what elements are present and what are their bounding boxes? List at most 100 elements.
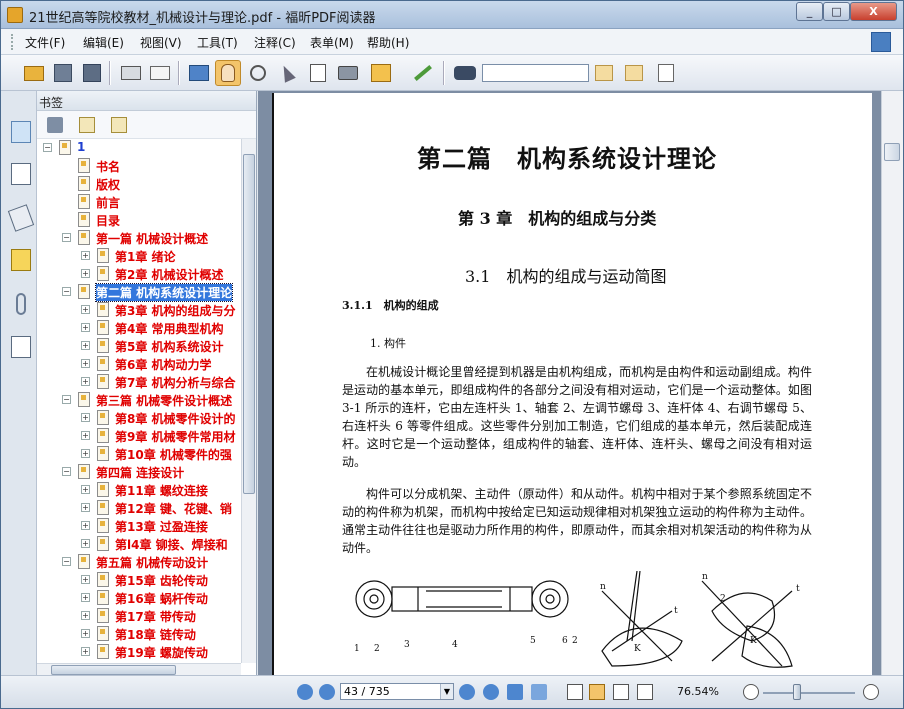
collapse-icon[interactable]: −: [43, 143, 52, 152]
sign-icon[interactable]: [410, 60, 436, 86]
expand-icon[interactable]: +: [81, 305, 90, 314]
expand-icon[interactable]: +: [81, 593, 90, 602]
pages-panel-icon[interactable]: [11, 163, 31, 185]
menu-edit[interactable]: 编辑(E): [83, 34, 124, 51]
bookmark-doc-icon: [97, 374, 109, 389]
bookmark-hscroll-thumb[interactable]: [51, 665, 176, 675]
fig-label: t: [796, 584, 800, 594]
forward-icon[interactable]: [531, 684, 547, 700]
last-page-icon[interactable]: [483, 684, 499, 700]
close-button[interactable]: X: [850, 2, 897, 21]
continuous-page-icon[interactable]: [589, 684, 605, 700]
expand-icon[interactable]: +: [81, 521, 90, 530]
zoom-out-icon[interactable]: [743, 684, 759, 700]
collapse-icon[interactable]: −: [62, 557, 71, 566]
single-page-icon[interactable]: [567, 684, 583, 700]
menu-forms[interactable]: 表单(M): [310, 34, 354, 51]
save-as-icon[interactable]: [79, 60, 105, 86]
toolbar: [1, 55, 903, 91]
select-icon[interactable]: [274, 60, 300, 86]
expand-icon[interactable]: +: [81, 485, 90, 494]
document-vscroll-thumb[interactable]: [884, 143, 900, 161]
bookmark-horizontal-scrollbar[interactable]: [37, 663, 241, 675]
rms-icon[interactable]: [368, 60, 394, 86]
zoom-slider-thumb[interactable]: [793, 684, 801, 700]
expand-icon[interactable]: +: [81, 431, 90, 440]
expand-icon[interactable]: +: [81, 503, 90, 512]
bookmark-doc-icon: [78, 284, 90, 299]
open-icon[interactable]: [21, 60, 47, 86]
expand-icon[interactable]: +: [81, 413, 90, 422]
bookmark-doc-icon: [97, 626, 109, 641]
menu-file[interactable]: 文件(F): [25, 34, 65, 51]
save-icon[interactable]: [50, 60, 76, 86]
snapshot-icon[interactable]: [335, 60, 361, 86]
expand-icon[interactable]: +: [81, 341, 90, 350]
collapse-icon[interactable]: −: [62, 467, 71, 476]
document-vertical-scrollbar[interactable]: [881, 91, 903, 675]
expand-icon[interactable]: +: [81, 269, 90, 278]
bookmark-doc-icon: [97, 428, 109, 443]
bookmark-label: 第17章 带传动: [115, 610, 196, 624]
screen-icon[interactable]: [186, 60, 212, 86]
bookmark-vscroll-thumb[interactable]: [243, 154, 255, 494]
bookmark-label: 第一篇 机械设计概述: [96, 232, 209, 246]
facing-page-icon[interactable]: [613, 684, 629, 700]
collapse-icon[interactable]: −: [62, 395, 71, 404]
collapse-icon[interactable]: −: [62, 233, 71, 242]
delete-bookmark-icon[interactable]: [47, 117, 63, 133]
chevron-down-icon[interactable]: ▼: [440, 684, 453, 699]
continuous-facing-icon[interactable]: [637, 684, 653, 700]
resize-corner-icon[interactable]: [871, 32, 891, 52]
menu-tools[interactable]: 工具(T): [197, 34, 238, 51]
expand-icon[interactable]: +: [81, 611, 90, 620]
collapse-icon[interactable]: −: [62, 287, 71, 296]
add-bookmark-icon[interactable]: [79, 117, 95, 133]
email-icon[interactable]: [147, 60, 173, 86]
bookmark-doc-icon: [97, 248, 109, 263]
zoom-icon[interactable]: [245, 60, 271, 86]
back-icon[interactable]: [507, 684, 523, 700]
fig-label: 1: [354, 644, 360, 654]
zoom-slider[interactable]: [763, 692, 855, 694]
expand-icon[interactable]: +: [81, 377, 90, 386]
signatures-panel-icon[interactable]: [11, 336, 31, 358]
find-prev-icon[interactable]: [591, 60, 617, 86]
expand-icon[interactable]: +: [81, 647, 90, 656]
maximize-button[interactable]: □: [823, 2, 850, 21]
expand-icon[interactable]: +: [81, 251, 90, 260]
print-icon[interactable]: [118, 60, 144, 86]
expand-icon[interactable]: +: [81, 449, 90, 458]
text-select-icon[interactable]: [305, 60, 331, 86]
binoculars-icon[interactable]: [452, 60, 478, 86]
expand-icon[interactable]: +: [81, 323, 90, 332]
expand-icon[interactable]: +: [81, 359, 90, 368]
menu-comments[interactable]: 注释(C): [254, 34, 296, 51]
expand-icon[interactable]: +: [81, 629, 90, 638]
prev-page-icon[interactable]: [319, 684, 335, 700]
page-number-field[interactable]: 43 / 735 ▼: [340, 683, 454, 700]
find-next-icon[interactable]: [621, 60, 647, 86]
minimize-button[interactable]: _: [796, 2, 823, 21]
first-page-icon[interactable]: [297, 684, 313, 700]
search-input[interactable]: [482, 64, 589, 82]
document-area[interactable]: 第二篇 机构系统设计理论 第 3 章 机构的组成与分类 3.1 机构的组成与运动…: [258, 91, 881, 675]
expand-icon[interactable]: +: [81, 539, 90, 548]
menu-help[interactable]: 帮助(H): [367, 34, 409, 51]
bookmark-label: 前言: [96, 196, 121, 210]
layers-panel-icon[interactable]: [7, 204, 35, 232]
zoom-in-icon[interactable]: [863, 684, 879, 700]
attachments-panel-icon[interactable]: [16, 293, 26, 315]
comments-panel-icon[interactable]: [11, 249, 31, 271]
add-child-bookmark-icon[interactable]: [111, 117, 127, 133]
highlight-icon[interactable]: [653, 60, 679, 86]
bookmarks-panel-icon[interactable]: [11, 121, 31, 143]
expand-icon[interactable]: +: [81, 575, 90, 584]
bookmark-vertical-scrollbar[interactable]: [241, 139, 256, 663]
next-page-icon[interactable]: [459, 684, 475, 700]
menu-view[interactable]: 视图(V): [140, 34, 182, 51]
bookmark-doc-icon: [97, 356, 109, 371]
bookmark-doc-icon: [78, 230, 90, 245]
zoom-level[interactable]: 76.54%: [677, 685, 719, 698]
hand-icon[interactable]: [215, 60, 241, 86]
